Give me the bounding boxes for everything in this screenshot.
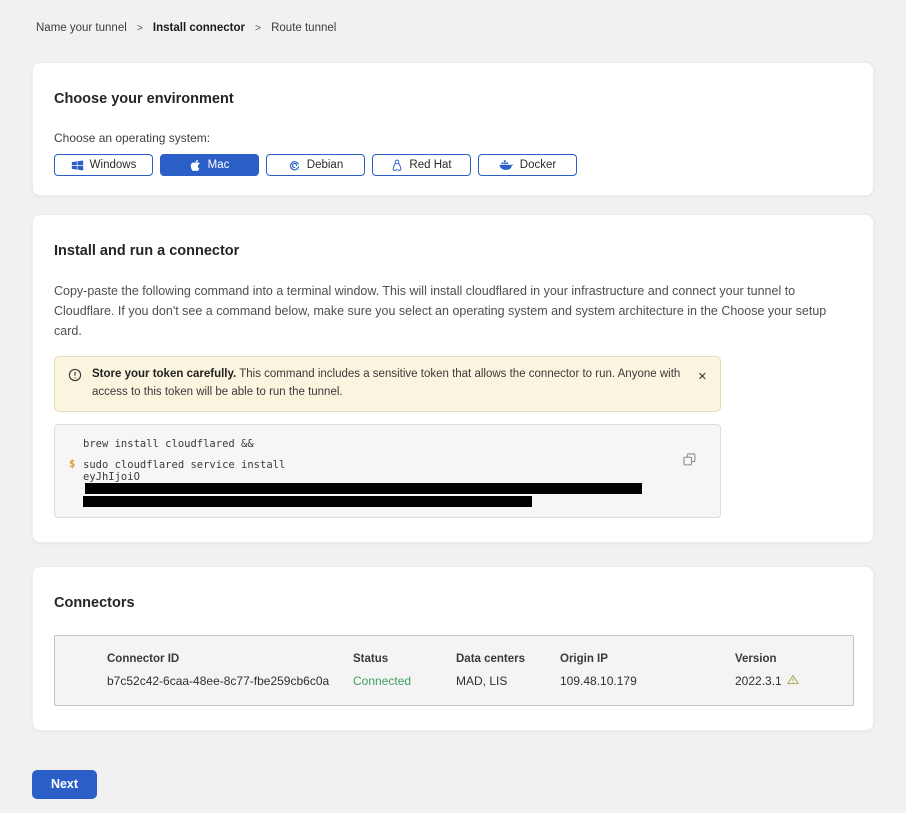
os-button-label: Mac <box>208 159 230 171</box>
connector-origin-ip-value: 109.48.10.179 <box>560 674 735 688</box>
connectors-card: Connectors Connector ID Status Data cent… <box>32 566 874 731</box>
connector-version-value: 2022.3.1 <box>735 674 843 688</box>
copy-command-icon[interactable] <box>683 453 696 466</box>
os-button-label: Red Hat <box>409 159 451 171</box>
code-line-sudo: sudo cloudflared service install <box>83 459 680 471</box>
breadcrumb-separator: > <box>255 22 261 34</box>
token-warning-alert: Store your token carefully. This command… <box>54 356 721 412</box>
apple-logo-icon <box>190 159 202 172</box>
version-warning-icon[interactable] <box>787 674 799 688</box>
os-button-redhat[interactable]: Red Hat <box>372 154 471 176</box>
alert-text: Store your token carefully. This command… <box>92 366 682 402</box>
next-button[interactable]: Next <box>32 770 97 799</box>
code-line-token: eyJhIjoiO <box>83 471 680 495</box>
redacted-token-bar <box>83 496 532 507</box>
code-line-brew: brew install cloudflared && <box>83 438 680 450</box>
col-header-status: Status <box>353 653 456 665</box>
os-select-label: Choose an operating system: <box>54 131 852 145</box>
col-header-version: Version <box>735 653 843 665</box>
environment-card: Choose your environment Choose an operat… <box>32 62 874 196</box>
os-button-debian[interactable]: Debian <box>266 154 365 176</box>
windows-logo-icon <box>71 159 84 172</box>
connector-data-centers-value: MAD, LIS <box>456 674 560 688</box>
docker-whale-icon <box>499 159 514 171</box>
redhat-linux-icon <box>391 159 403 172</box>
info-circle-icon <box>68 368 82 389</box>
os-button-label: Docker <box>520 159 556 171</box>
col-header-connector-id: Connector ID <box>107 653 353 665</box>
redacted-token-bar <box>85 483 642 494</box>
os-button-windows[interactable]: Windows <box>54 154 153 176</box>
col-header-data-centers: Data centers <box>456 653 560 665</box>
breadcrumb-step-route-tunnel[interactable]: Route tunnel <box>271 22 336 34</box>
shell-prompt: $ <box>69 458 75 470</box>
os-button-group: Windows Mac Debian <box>54 154 852 176</box>
debian-logo-icon <box>288 159 301 172</box>
connectors-card-title: Connectors <box>54 595 852 611</box>
install-description: Copy-paste the following command into a … <box>54 281 852 341</box>
tunnel-setup-page: Name your tunnel > Install connector > R… <box>0 0 906 813</box>
alert-title: Store your token carefully. <box>92 368 236 380</box>
connectors-table: Connector ID Status Data centers Origin … <box>54 635 854 706</box>
breadcrumb: Name your tunnel > Install connector > R… <box>32 22 874 34</box>
token-prefix: eyJhIjoiO <box>83 471 140 483</box>
install-command-codeblock: $ brew install cloudflared && sudo cloud… <box>54 424 721 518</box>
os-button-mac[interactable]: Mac <box>160 154 259 176</box>
breadcrumb-separator: > <box>137 22 143 34</box>
environment-card-title: Choose your environment <box>54 91 852 107</box>
alert-close-icon[interactable]: ✕ <box>698 372 707 383</box>
version-text: 2022.3.1 <box>735 674 782 688</box>
os-button-docker[interactable]: Docker <box>478 154 577 176</box>
os-button-label: Debian <box>307 159 343 171</box>
col-header-origin-ip: Origin IP <box>560 653 735 665</box>
connector-status-value: Connected <box>353 674 456 688</box>
os-button-label: Windows <box>90 159 137 171</box>
install-connector-card: Install and run a connector Copy-paste t… <box>32 214 874 543</box>
breadcrumb-step-name-tunnel[interactable]: Name your tunnel <box>36 22 127 34</box>
install-card-title: Install and run a connector <box>54 243 852 259</box>
connector-id-value: b7c52c42-6caa-48ee-8c77-fbe259cb6c0a <box>107 674 353 688</box>
breadcrumb-step-install-connector[interactable]: Install connector <box>153 22 245 34</box>
